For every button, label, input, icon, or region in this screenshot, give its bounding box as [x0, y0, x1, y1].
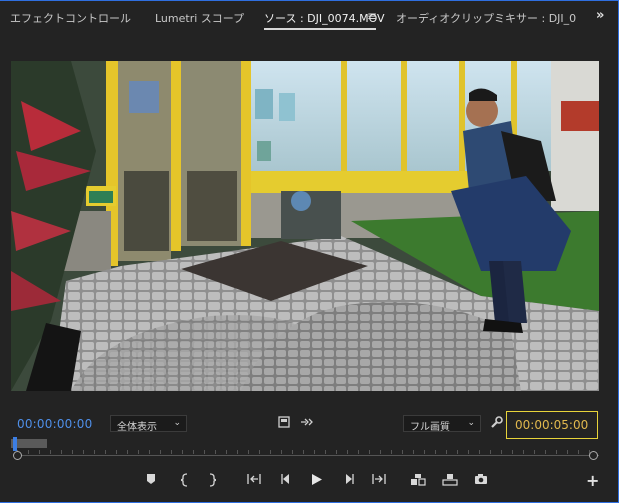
transport-controls: +: [0, 471, 618, 493]
step-forward-icon[interactable]: [343, 473, 355, 488]
playhead[interactable]: [13, 437, 17, 451]
timeline-scrubber[interactable]: [11, 437, 601, 467]
export-frame-icon[interactable]: [278, 416, 290, 431]
panel-tab-bar: エフェクトコントロール Lumetri スコープ ソース : DJI_0074.…: [0, 1, 618, 35]
current-timecode[interactable]: 00:00:00:00: [17, 417, 92, 431]
duration-timecode[interactable]: 00:00:05:00: [506, 411, 598, 439]
zoom-start-handle[interactable]: [13, 451, 22, 460]
insert-marker-icon[interactable]: [300, 416, 314, 431]
monitor-controls-row: 00:00:00:00 全体表示 ⌄ フル画質 ⌄ 00:00:05:00: [0, 411, 618, 439]
go-to-in-icon[interactable]: [247, 473, 261, 488]
step-back-icon[interactable]: [280, 473, 292, 488]
play-icon[interactable]: [311, 473, 323, 489]
time-ruler-ticks: [17, 450, 597, 454]
panel-overflow-icon[interactable]: »: [596, 8, 604, 23]
video-preview[interactable]: [11, 61, 599, 391]
tab-audio-clip-mixer[interactable]: オーディオクリップミキサー : DJI_0074.M: [396, 10, 576, 26]
insert-icon[interactable]: [410, 473, 426, 489]
mark-out-icon[interactable]: [208, 473, 218, 490]
zoom-level-value: 全体表示: [117, 422, 157, 433]
zoom-level-select[interactable]: 全体表示 ⌄: [110, 415, 187, 433]
camera-icon[interactable]: [474, 473, 488, 488]
mark-in-icon[interactable]: [179, 473, 189, 490]
go-to-out-icon[interactable]: [372, 473, 386, 488]
tab-lumetri-scopes[interactable]: Lumetri スコープ: [155, 10, 244, 26]
playback-resolution-select[interactable]: フル画質 ⌄: [403, 415, 481, 433]
time-ruler: [15, 455, 599, 456]
zoom-end-handle[interactable]: [589, 451, 598, 460]
source-monitor-panel: エフェクトコントロール Lumetri スコープ ソース : DJI_0074.…: [0, 0, 619, 503]
add-button-icon[interactable]: +: [586, 471, 599, 490]
wrench-icon[interactable]: [490, 416, 503, 432]
active-tab-indicator: [264, 28, 376, 30]
video-frame-image: [11, 61, 599, 391]
tab-menu-icon[interactable]: ≡: [367, 9, 377, 23]
chevron-down-icon: ⌄: [173, 418, 181, 428]
add-marker-icon[interactable]: [146, 473, 156, 488]
chevron-down-icon: ⌄: [467, 418, 475, 428]
tab-effect-controls[interactable]: エフェクトコントロール: [10, 10, 131, 26]
overwrite-icon[interactable]: [442, 473, 458, 489]
playback-resolution-value: フル画質: [410, 422, 450, 433]
